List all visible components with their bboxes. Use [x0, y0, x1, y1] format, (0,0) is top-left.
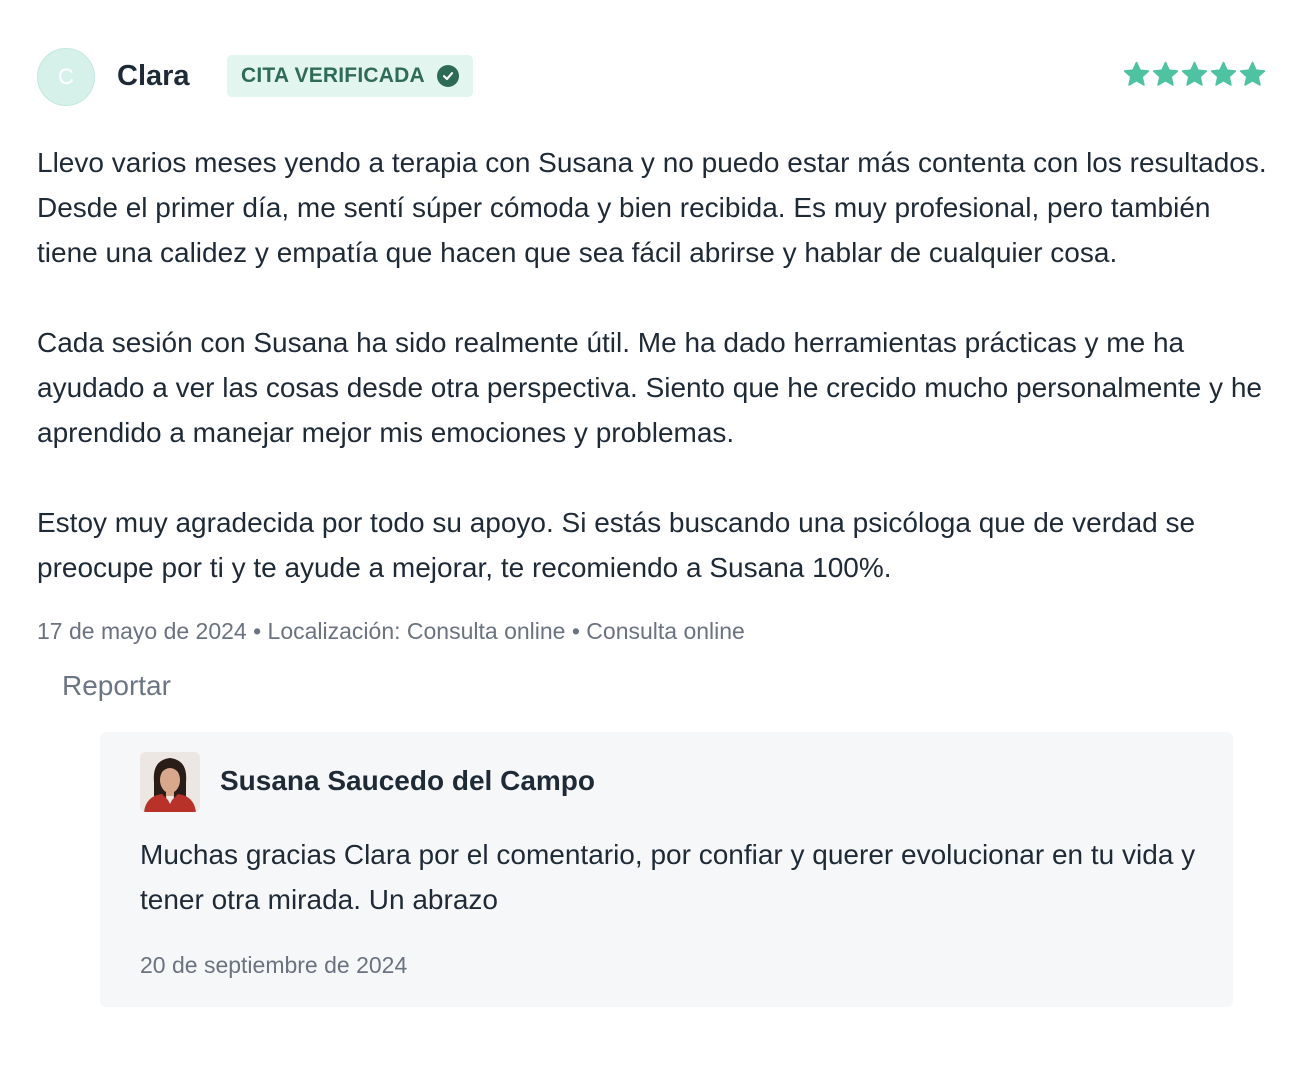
reply-text: Muchas gracias Clara por el comentario, … — [140, 839, 1196, 915]
check-circle-icon — [436, 65, 459, 87]
verified-badge-label: CITA VERIFICADA — [241, 64, 425, 87]
star-icon — [1122, 60, 1151, 89]
review-card: C Clara CITA VERIFICADA Llevo varios mes… — [37, 46, 1270, 702]
star-icon — [1180, 60, 1209, 89]
review-meta: 17 de mayo de 2024 • Localización: Consu… — [37, 618, 745, 644]
review-paragraph: Cada sesión con Susana ha sido realmente… — [37, 327, 1262, 448]
reply-date: 20 de septiembre de 2024 — [140, 952, 408, 978]
report-link[interactable]: Reportar — [62, 670, 171, 702]
review-paragraph: Estoy muy agradecida por todo su apoyo. … — [37, 507, 1196, 583]
star-icon — [1238, 60, 1267, 89]
author-name: Clara — [117, 60, 190, 92]
avatar: C — [37, 48, 95, 106]
star-icon — [1151, 60, 1180, 89]
reply-author-name: Susana Saucedo del Campo — [220, 765, 595, 796]
review-header: C Clara CITA VERIFICADA — [37, 46, 1270, 108]
rating-stars — [1122, 60, 1267, 89]
star-icon — [1209, 60, 1238, 89]
review-paragraph: Llevo varios meses yendo a terapia con S… — [37, 147, 1267, 268]
review-body: Llevo varios meses yendo a terapia con S… — [37, 140, 1270, 590]
reply-avatar — [140, 752, 200, 812]
verified-badge: CITA VERIFICADA — [227, 55, 473, 97]
reply-card: Susana Saucedo del Campo Muchas gracias … — [100, 732, 1233, 1007]
